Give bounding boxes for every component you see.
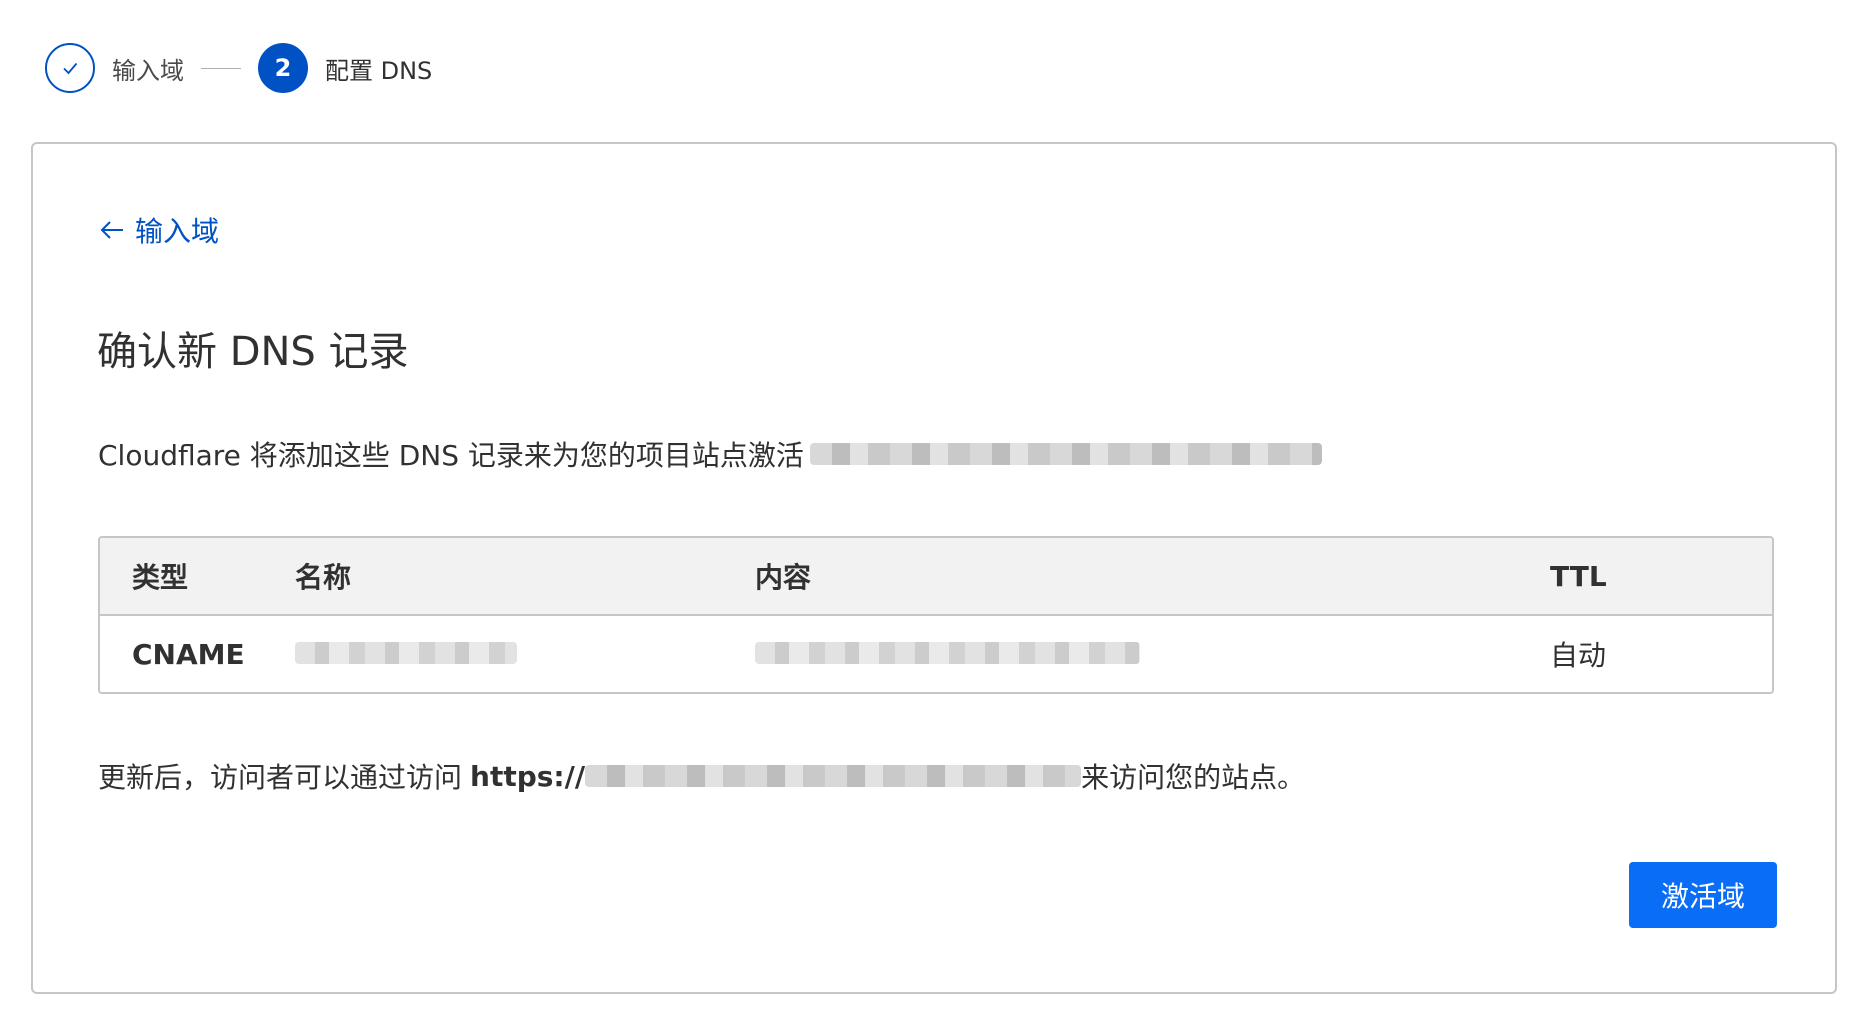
step-2-number-indicator: 2 [258, 43, 308, 93]
redacted-record-content [755, 641, 1140, 664]
activate-domain-button[interactable]: 激活域 [1629, 862, 1777, 928]
dns-confirmation-card: 输入域 确认新 DNS 记录 Cloudflare 将添加这些 DNS 记录来为… [31, 142, 1837, 994]
description: Cloudflare 将添加这些 DNS 记录来为您的项目站点激活 [98, 434, 1322, 474]
footer-url-prefix: https:// [470, 759, 586, 793]
arrow-left-icon [100, 221, 123, 239]
page-title: 确认新 DNS 记录 [97, 329, 409, 375]
column-header-name: 名称 [295, 561, 352, 594]
dns-records-table: 类型 名称 内容 TTL CNAME 自动 [98, 536, 1774, 694]
back-link-label: 输入域 [135, 215, 220, 248]
redacted-record-name [295, 641, 517, 664]
record-ttl: 自动 [1550, 639, 1607, 672]
stepper: 输入域 2 配置 DNS [45, 40, 432, 96]
description-text: Cloudflare 将添加这些 DNS 记录来为您的项目站点激活 [98, 439, 804, 472]
footer-suffix: 来访问您的站点。 [1081, 761, 1306, 794]
column-header-type: 类型 [132, 561, 189, 594]
checkmark-icon [63, 62, 78, 75]
record-name [295, 638, 755, 671]
back-link[interactable]: 输入域 [99, 210, 219, 250]
step-connector [201, 67, 241, 69]
step-1-label: 输入域 [112, 56, 184, 85]
column-header-ttl: TTL [1550, 559, 1607, 593]
column-header-content: 内容 [755, 561, 812, 594]
record-type: CNAME [132, 637, 245, 671]
record-content [755, 638, 1550, 671]
step-2-label: 配置 DNS [325, 56, 433, 85]
redacted-url [585, 765, 1082, 787]
table-row: CNAME 自动 [100, 616, 1772, 692]
redacted-domain [809, 443, 1322, 465]
footer-note: 更新后，访问者可以通过访问 https:// 来访问您的站点。 [98, 756, 1305, 796]
table-header-row: 类型 名称 内容 TTL [100, 538, 1772, 616]
step-1-complete-indicator [45, 43, 95, 93]
footer-prefix: 更新后，访问者可以通过访问 [98, 761, 463, 794]
